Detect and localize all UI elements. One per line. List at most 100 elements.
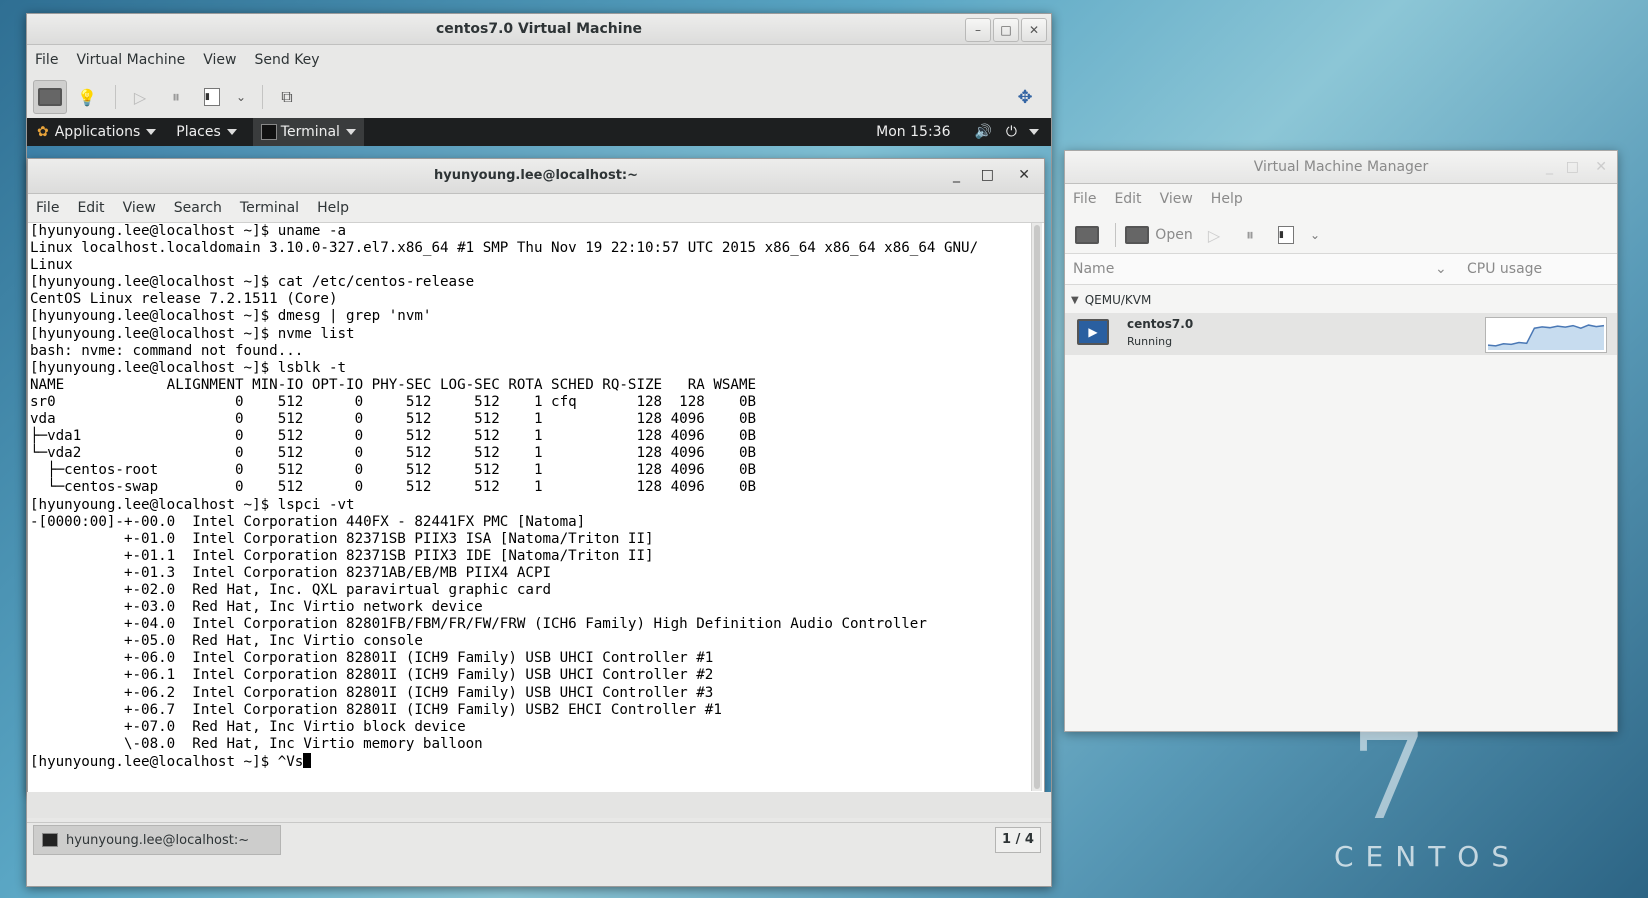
terminal-maximize-button[interactable]: □ — [981, 167, 994, 183]
toolbar-separator — [262, 85, 263, 109]
terminal-line: +-02.0 Red Hat, Inc. QXL paravirtual gra… — [30, 581, 552, 598]
menu-virtual-machine[interactable]: Virtual Machine — [76, 52, 185, 68]
vmm-close-button[interactable]: ✕ — [1595, 159, 1607, 175]
column-name[interactable]: Name — [1073, 261, 1435, 277]
terminal-menubar: File Edit View Search Terminal Help — [28, 194, 1044, 223]
new-vm-button[interactable] — [1071, 219, 1103, 251]
shutdown-menu-button[interactable]: ⌄ — [232, 81, 250, 113]
terminal-output[interactable]: [hyunyoung.lee@localhost ~]$ uname -a Lin… — [30, 223, 1028, 789]
vm-row[interactable]: ▶ centos7.0 Running — [1065, 313, 1617, 355]
terminal-scrollbar[interactable] — [1031, 223, 1042, 791]
open-label: Open — [1155, 227, 1193, 243]
shutdown-button[interactable]: ▮ — [196, 81, 228, 113]
cpu-usage-area — [1488, 325, 1604, 350]
terminal-menu-file[interactable]: File — [36, 200, 59, 216]
clock[interactable]: Mon 15:36 — [876, 124, 950, 140]
vmm-menu-view[interactable]: View — [1160, 191, 1193, 207]
terminal-line: +-05.0 Red Hat, Inc Virtio console — [30, 633, 423, 650]
open-button[interactable]: Open — [1124, 219, 1194, 251]
vmm-menu-help[interactable]: Help — [1211, 191, 1243, 207]
vmm-minimize-button[interactable]: _ — [1546, 159, 1553, 175]
applications-menu[interactable]: ✿ Applications — [37, 124, 157, 140]
gnome-foot-icon: ✿ — [37, 124, 49, 140]
gnome-top-bar: ✿ Applications Places Terminal Mon 15:36… — [27, 118, 1051, 146]
terminal-prompt-line[interactable]: [hyunyoung.lee@localhost ~]$ ^Vs — [30, 752, 1028, 771]
vmm-run-button[interactable]: ▷ — [1198, 219, 1230, 251]
pause-button[interactable]: ⏸ — [160, 81, 192, 113]
terminal-line: +-06.2 Intel Corporation 82801I (ICH9 Fa… — [30, 684, 714, 701]
terminal-menu-edit[interactable]: Edit — [77, 200, 104, 216]
vmm-title: Virtual Machine Manager — [1253, 159, 1429, 175]
close-button[interactable]: ✕ — [1021, 18, 1047, 42]
pause-icon: ⏸ — [171, 87, 180, 106]
details-view-button[interactable]: 💡 — [71, 81, 103, 113]
power-menu-icon[interactable]: ⏻ — [1006, 124, 1017, 140]
terminal-app-menu[interactable]: Terminal — [252, 118, 364, 146]
system-menu-caret-icon[interactable] — [1029, 129, 1039, 135]
menu-send-key[interactable]: Send Key — [254, 52, 319, 68]
menu-view[interactable]: View — [203, 52, 236, 68]
vmm-menu-edit[interactable]: Edit — [1114, 191, 1141, 207]
terminal-menu-search[interactable]: Search — [174, 200, 222, 216]
terminal-line: [hyunyoung.lee@localhost ~]$ dmesg | gre… — [30, 308, 432, 325]
vmm-shutdown-menu-button[interactable]: ⌄ — [1306, 219, 1324, 251]
terminal-line: CentOS Linux release 7.2.1511 (Core) — [30, 291, 338, 308]
snapshots-button[interactable]: ⧉ — [271, 81, 303, 113]
caret-down-icon — [345, 129, 356, 135]
fullscreen-button[interactable]: ✥ — [1009, 81, 1041, 113]
vmm-maximize-button[interactable]: □ — [1566, 159, 1579, 175]
terminal-menu-view[interactable]: View — [123, 200, 156, 216]
fullscreen-icon: ✥ — [1017, 86, 1033, 108]
centos-wordmark: CENTOS — [1334, 840, 1522, 873]
terminal-line: NAME ALIGNMENT MIN-IO OPT-IO PHY-SEC LOG… — [30, 376, 757, 393]
vm-viewer-window: centos7.0 Virtual Machine – □ ✕ File Vir… — [26, 13, 1052, 887]
workspace-pager[interactable]: 1 / 4 — [995, 827, 1041, 853]
menu-file[interactable]: File — [35, 52, 58, 68]
applications-label: Applications — [54, 124, 141, 140]
terminal-label: Terminal — [280, 124, 340, 140]
terminal-line: +-06.1 Intel Corporation 82801I (ICH9 Fa… — [30, 667, 714, 684]
terminal-menu-help[interactable]: Help — [317, 200, 349, 216]
run-button[interactable]: ▷ — [124, 81, 156, 113]
console-view-button[interactable] — [33, 80, 67, 114]
terminal-line: -[0000:00]-+-00.0 Intel Corporation 440F… — [30, 513, 586, 530]
volume-icon[interactable]: 🔊 — [974, 124, 991, 140]
vmm-shutdown-button[interactable]: ▮ — [1270, 219, 1302, 251]
caret-down-icon — [226, 129, 237, 135]
chevron-down-icon: ⌄ — [235, 90, 247, 104]
guest-display[interactable]: ✿ Applications Places Terminal Mon 15:36… — [27, 118, 1051, 818]
text-cursor — [303, 752, 312, 768]
terminal-minimize-button[interactable]: _ — [953, 167, 960, 183]
terminal-icon — [42, 833, 58, 847]
guest-desktop-strip — [27, 792, 1051, 818]
chevron-down-icon: ⌄ — [1309, 228, 1321, 242]
terminal-window: hyunyoung.lee@localhost:~ _ □ ✕ File Edi… — [27, 158, 1045, 794]
scrollbar-thumb[interactable] — [1034, 225, 1040, 789]
minimize-button[interactable]: – — [965, 18, 991, 42]
viewer-title: centos7.0 Virtual Machine — [435, 21, 643, 37]
terminal-close-button[interactable]: ✕ — [1018, 167, 1030, 183]
pause-icon: ⏸ — [1245, 225, 1254, 244]
terminal-line: bash: nvme: command not found... — [30, 342, 304, 359]
caret-down-icon — [146, 129, 157, 135]
maximize-button[interactable]: □ — [993, 18, 1019, 42]
vmm-window: Virtual Machine Manager _ □ ✕ File Edit … — [1064, 150, 1618, 732]
vmm-titlebar[interactable]: Virtual Machine Manager _ □ ✕ — [1065, 151, 1617, 184]
expander-icon[interactable]: ▼ — [1071, 295, 1079, 306]
places-menu[interactable]: Places — [176, 124, 237, 140]
terminal-titlebar[interactable]: hyunyoung.lee@localhost:~ _ □ ✕ — [28, 159, 1044, 194]
centos-seven-logo: 7 — [1350, 708, 1427, 847]
terminal-line: [hyunyoung.lee@localhost ~]$ uname -a — [30, 223, 347, 239]
column-cpu-usage[interactable]: CPU usage — [1467, 261, 1542, 277]
connection-row[interactable]: ▼ QEMU/KVM — [1065, 287, 1617, 313]
viewer-titlebar[interactable]: centos7.0 Virtual Machine – □ ✕ — [27, 14, 1051, 45]
prompt-text: [hyunyoung.lee@localhost ~]$ ^Vs — [30, 753, 304, 770]
terminal-line: sr0 0 512 0 512 512 1 cfq 128 128 0B — [30, 393, 757, 410]
monitor-icon — [1125, 226, 1150, 244]
taskbar-terminal-item[interactable]: hyunyoung.lee@localhost:~ — [33, 825, 281, 855]
sort-chevron-icon[interactable]: ⌄ — [1435, 261, 1467, 277]
vmm-pause-button[interactable]: ⏸ — [1234, 219, 1266, 251]
terminal-menu-terminal[interactable]: Terminal — [240, 200, 299, 216]
terminal-line: Linux — [30, 257, 73, 274]
vmm-menu-file[interactable]: File — [1073, 191, 1096, 207]
